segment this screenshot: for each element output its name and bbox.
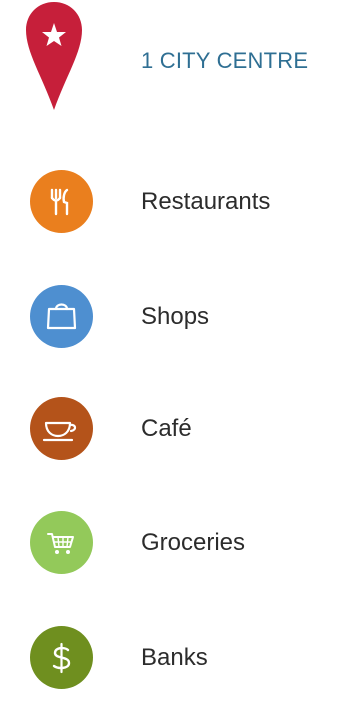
restaurants-circle [30, 170, 93, 233]
legend-item-banks[interactable]: Banks [0, 626, 347, 706]
legend-label: Shops [141, 303, 210, 330]
fork-knife-icon [50, 188, 69, 216]
map-pin-icon [26, 0, 82, 112]
legend-item-cafe[interactable]: Café [0, 397, 347, 477]
groceries-circle [30, 511, 93, 574]
legend-label: Groceries [141, 529, 246, 556]
legend-label: Café [141, 415, 192, 442]
map-pin-svg [26, 2, 82, 110]
location-title: 1 CITY CENTRE [141, 48, 309, 73]
shops-circle [30, 285, 93, 348]
shopping-bag-icon [46, 303, 77, 330]
banks-circle [30, 626, 93, 689]
legend-item-restaurants[interactable]: Restaurants [0, 170, 347, 250]
shopping-cart-icon [47, 533, 74, 554]
legend-item-groceries[interactable]: Groceries [0, 511, 347, 591]
legend-label: Banks [141, 644, 208, 671]
location-header: 1 CITY CENTRE [0, 0, 347, 120]
dollar-sign-icon [52, 642, 71, 674]
cafe-circle [30, 397, 93, 460]
legend-item-shops[interactable]: Shops [0, 285, 347, 365]
coffee-cup-icon [42, 421, 77, 442]
legend-label: Restaurants [141, 188, 271, 215]
